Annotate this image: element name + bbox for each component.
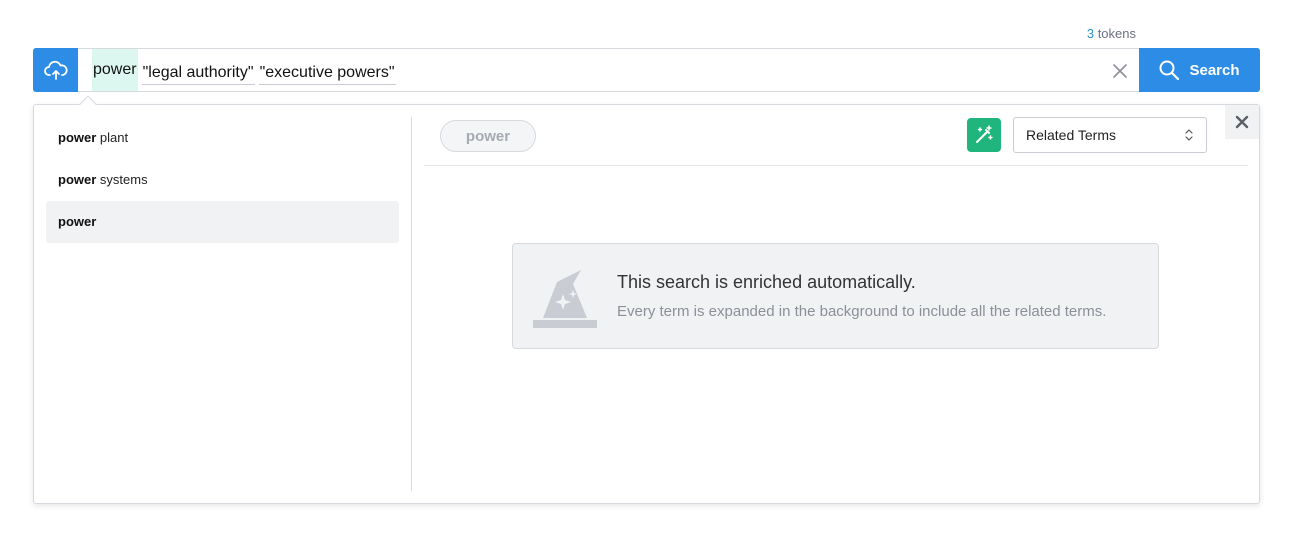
token-label: tokens <box>1097 26 1136 41</box>
search-query[interactable]: power "legal authority" "executive power… <box>92 49 400 91</box>
token-counter: 3 tokens <box>1040 26 1136 41</box>
suggestion-rest: plant <box>96 130 129 145</box>
search-button[interactable]: Search <box>1139 48 1260 92</box>
query-token-phrase[interactable]: "executive powers" <box>258 62 396 85</box>
info-text: Every term is expanded in the background… <box>617 303 1107 320</box>
suggestion-item[interactable]: power systems <box>46 159 399 201</box>
query-token-active[interactable]: power <box>92 49 138 91</box>
info-title: This search is enriched automatically. <box>617 272 916 292</box>
token-count: 3 <box>1086 26 1095 41</box>
suggestion-item[interactable]: power plant <box>46 117 399 159</box>
upload-button[interactable] <box>33 48 78 92</box>
query-token-phrase[interactable]: "legal authority" <box>141 62 255 85</box>
magic-wand-icon <box>976 125 993 143</box>
search-icon <box>1159 60 1180 80</box>
term-pill[interactable]: power <box>440 120 536 152</box>
suggestion-match: power <box>58 172 97 187</box>
panel-header-divider <box>424 165 1248 166</box>
suggestion-rest: systems <box>96 172 148 187</box>
mode-select-value: Related Terms <box>1026 127 1117 143</box>
mode-select[interactable]: Related Terms <box>1013 117 1207 153</box>
search-bar: power "legal authority" "executive power… <box>33 48 1260 92</box>
magic-wand-button[interactable] <box>967 118 1001 152</box>
clear-button[interactable] <box>1109 60 1131 82</box>
suggestion-dropdown: power plant power systems power power Re… <box>33 104 1260 504</box>
wizard-hat-icon <box>533 270 597 328</box>
enrichment-info-box: This search is enriched automatically. E… <box>512 243 1159 349</box>
close-button[interactable] <box>1225 105 1259 139</box>
panel-divider <box>411 117 412 491</box>
close-icon <box>1235 115 1249 129</box>
suggestion-list: power plant power systems power <box>46 117 399 243</box>
chevron-updown-icon <box>1185 129 1193 141</box>
clear-icon <box>1113 64 1127 78</box>
suggestion-match: power <box>58 130 97 145</box>
cloud-upload-icon <box>43 60 68 80</box>
search-button-label: Search <box>1189 61 1240 79</box>
suggestion-item-selected[interactable]: power <box>46 201 399 243</box>
suggestion-match: power <box>58 214 97 229</box>
